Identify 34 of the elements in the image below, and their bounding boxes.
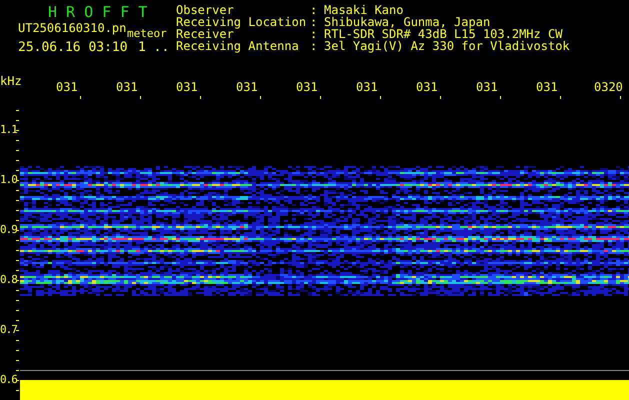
file-name: UT2506160310.pn — [18, 20, 126, 36]
mode-label: meteor — [127, 28, 167, 40]
app-title: H R O F F T — [48, 4, 148, 20]
time-label: 031 — [56, 80, 78, 94]
axis-label: 1.1 — [0, 123, 17, 137]
timestamp: 25.06.16 03:10 — [18, 40, 128, 56]
time-label: 031 — [476, 80, 498, 94]
info-label: Receiving Antenna — [176, 40, 300, 52]
info-label: Receiving Location — [176, 16, 308, 28]
info-label: Observer — [176, 4, 234, 16]
axis-label: 1.0 — [0, 173, 17, 187]
info-label: Receiver — [176, 28, 234, 40]
time-label: 031 — [236, 80, 258, 94]
axis-label: 0.8 — [0, 273, 17, 287]
separator: : — [310, 16, 318, 28]
separator: : — [310, 4, 318, 16]
time-label: 031 — [416, 80, 438, 94]
info-value: Shibukawa, Gunma, Japan — [324, 16, 490, 28]
time-label: 031 — [296, 80, 318, 94]
time-label: 031 — [536, 80, 558, 94]
counter: 1 .. — [138, 40, 170, 56]
axis-unit: kHz — [0, 73, 22, 90]
info-value: 3el Yagi(V) Az 330 for Vladivostok — [324, 40, 570, 52]
time-label: 031 — [116, 80, 138, 94]
axis-label: 0.9 — [0, 223, 17, 237]
separator: : — [310, 40, 318, 52]
axis-label: 0.6 — [0, 373, 17, 387]
info-value: RTL-SDR SDR# 43dB L15 103.2MHz CW — [324, 28, 562, 40]
time-label: 031 — [356, 80, 378, 94]
axis-label: 0.7 — [0, 323, 17, 337]
time-label: 031 — [176, 80, 198, 94]
time-label: 0320 — [594, 80, 623, 94]
info-value: Masaki Kano — [324, 4, 404, 16]
separator: : — [310, 28, 318, 40]
